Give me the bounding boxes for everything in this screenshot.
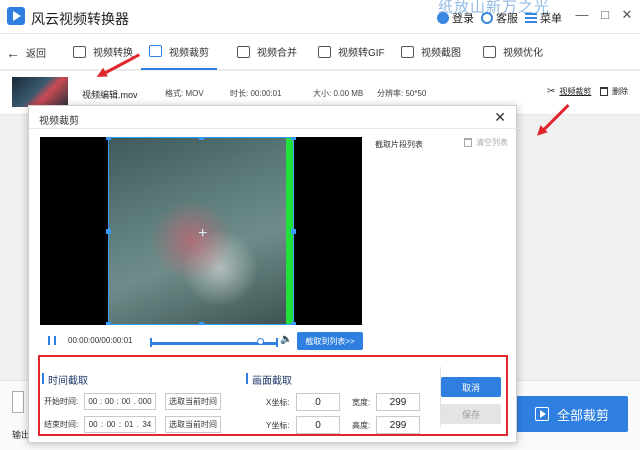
crop-handle-right[interactable]: [291, 229, 296, 234]
y-coord-input[interactable]: 0: [296, 416, 340, 434]
dialog-close-button[interactable]: ✕: [494, 109, 506, 126]
app-title: 风云视频转换器: [31, 11, 129, 27]
crop-settings-panel: 时间截取 开始时间: 00: 00: 00. 000 选取当前时间 结束时间: …: [38, 355, 508, 436]
crop-all-button[interactable]: 全部裁剪: [516, 396, 628, 432]
crop-handle-bottom[interactable]: [199, 322, 204, 325]
start-time-input[interactable]: 00: 00: 00. 000: [84, 393, 156, 410]
playback-controls: 00:00:00/00:00:01 🔈 截取到列表>>: [40, 332, 510, 352]
output-folder-icon[interactable]: [12, 391, 24, 413]
y-coord-label: Y坐标:: [266, 421, 290, 430]
gif-icon: [318, 45, 331, 58]
tab-video-optimize[interactable]: 视频优化: [483, 34, 543, 69]
tab-video-crop[interactable]: 视频裁剪: [141, 34, 217, 70]
menu-button[interactable]: 菜单: [525, 10, 562, 26]
crop-handle-tr[interactable]: [291, 137, 296, 140]
segment-list-title: 截取片段列表: [375, 140, 423, 149]
height-input[interactable]: 299: [376, 416, 420, 434]
service-button[interactable]: 客服: [481, 10, 518, 26]
save-button[interactable]: 保存: [441, 404, 501, 424]
optimize-icon: [483, 45, 496, 58]
back-arrow-icon: ←: [6, 44, 20, 61]
clear-list-button[interactable]: 清空列表: [464, 137, 508, 148]
timecode: 00:00:00/00:00:01: [68, 336, 133, 345]
screenshot-icon: [401, 45, 414, 58]
time-section-title: 时间截取: [42, 372, 88, 387]
crop-handle-bl[interactable]: [106, 322, 111, 325]
trash-icon: [464, 138, 472, 147]
title-bar: 风云视频转换器 纸放山新万之光 登录 客服 菜单 — □ ✕: [0, 0, 640, 34]
video-merge-icon: [237, 45, 250, 58]
menu-icon: [525, 13, 537, 23]
dialog-divider: [29, 128, 518, 129]
close-button[interactable]: ✕: [620, 8, 634, 22]
crop-handle-top[interactable]: [199, 137, 204, 140]
video-convert-icon: [73, 45, 86, 58]
video-crop-icon: [149, 45, 162, 57]
end-time-input[interactable]: 00: 00: 01. 34: [84, 416, 156, 433]
crop-handle-left[interactable]: [106, 229, 111, 234]
video-crop-dialog: 视频裁剪 ✕ + 截取片段列表 清空列表 00:00:00/00:00:01 🔈…: [28, 105, 518, 443]
scissors-icon: ✂: [547, 86, 556, 97]
file-resolution: 分辨率: 50*50: [377, 89, 427, 98]
tab-video-gif[interactable]: 视频转GIF: [318, 34, 385, 69]
file-duration: 时长: 00:00:01: [230, 89, 282, 98]
start-time-label: 开始时间:: [44, 397, 79, 406]
user-icon: [437, 12, 449, 24]
tab-video-screenshot[interactable]: 视频截图: [401, 34, 461, 69]
tab-video-merge[interactable]: 视频合并: [237, 34, 297, 69]
width-label: 宽度:: [352, 398, 371, 407]
minimize-button[interactable]: —: [575, 8, 589, 22]
app-logo-icon: [7, 7, 25, 25]
frame-section-title: 画面截取: [246, 372, 292, 387]
dialog-title: 视频裁剪: [39, 116, 79, 127]
cancel-button[interactable]: 取消: [441, 377, 501, 397]
toolbar: ← 返回 视频转换 视频裁剪 视频合并 视频转GIF 视频截图 视频优化: [0, 34, 640, 70]
width-input[interactable]: 299: [376, 393, 420, 411]
add-to-list-button[interactable]: 截取到列表>>: [297, 332, 363, 350]
video-preview[interactable]: +: [40, 137, 362, 325]
trash-icon: [600, 87, 608, 96]
x-coord-input[interactable]: 0: [296, 393, 340, 411]
select-start-time-button[interactable]: 选取当前时间: [165, 393, 221, 410]
login-button[interactable]: 登录: [437, 10, 474, 26]
select-end-time-button[interactable]: 选取当前时间: [165, 416, 221, 433]
crosshair-icon: +: [198, 225, 208, 242]
crop-handle-br[interactable]: [291, 322, 296, 325]
row-crop-button[interactable]: ✂ 视频裁剪: [547, 86, 591, 97]
headset-icon: [481, 12, 493, 24]
volume-icon[interactable]: 🔈: [280, 334, 292, 345]
height-label: 高度:: [352, 421, 371, 430]
file-size: 大小: 0.00 MB: [313, 89, 364, 98]
row-delete-button[interactable]: 删除: [600, 86, 628, 97]
file-format: 格式: MOV: [165, 89, 204, 98]
pause-icon[interactable]: [48, 336, 56, 345]
end-time-label: 结束时间:: [44, 420, 79, 429]
file-name: 视频编辑.mov: [82, 90, 138, 100]
trim-end-marker[interactable]: [276, 338, 278, 347]
maximize-button[interactable]: □: [598, 8, 612, 22]
crop-handle-tl[interactable]: [106, 137, 111, 140]
video-thumbnail: [12, 77, 68, 107]
x-coord-label: X坐标:: [266, 398, 290, 407]
back-button[interactable]: ← 返回: [6, 44, 46, 61]
play-icon: [534, 407, 549, 421]
